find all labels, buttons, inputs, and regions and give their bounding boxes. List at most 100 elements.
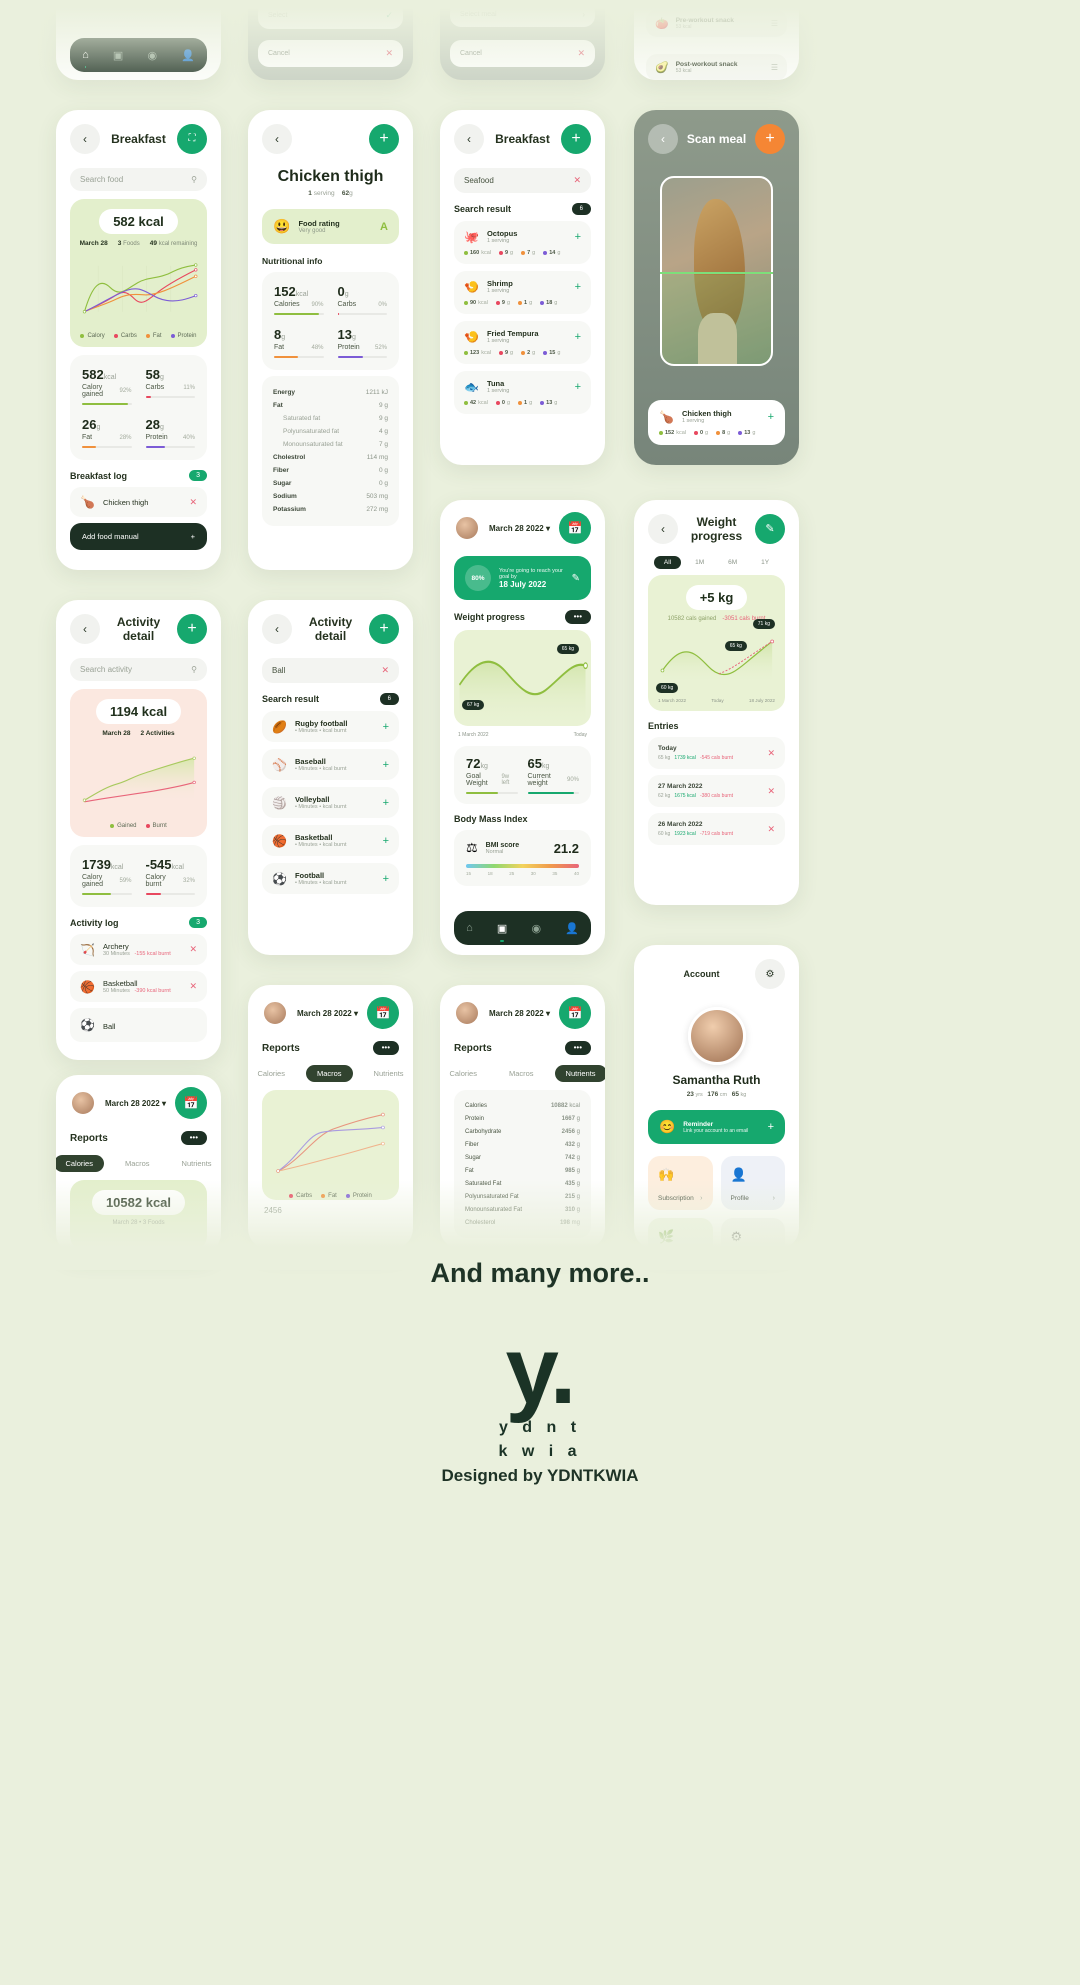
remove-icon[interactable]: ✕ [189,497,197,508]
search-icon[interactable]: ⚲ [191,175,197,184]
avatar[interactable] [454,1000,480,1026]
reminder-card[interactable]: 😊 Reminder Link your account to an email… [648,1110,785,1144]
list-item[interactable]: 🏉 Rugby football • Minutes • kcal burnt … [262,711,399,742]
phone-activity-search[interactable]: ‹ Activity detail + Ball ✕ Search result… [248,600,413,955]
remove-icon[interactable]: ✕ [189,981,197,992]
log-item[interactable]: 🍗 Chicken thigh ✕ [70,487,207,517]
list-item[interactable]: 🍤 Shrimp 1 serving + 90 kcal 9g 1g 18 g [454,271,591,314]
close-icon[interactable]: ✕ [577,48,585,59]
reports-tabs[interactable]: Calories Macros Nutrients [56,1155,221,1172]
table-row[interactable]: 26 March 2022 60 kg 1923 kcal -719 cals … [648,813,785,845]
phone-food-detail[interactable]: ‹ + Chicken thigh 1 serving 62g 😃 Food r… [248,110,413,570]
bottom-nav[interactable]: ⌂ ▣ ◉ 👤 [454,911,591,945]
avatar[interactable] [687,1007,746,1065]
phone-select-meal-sheet[interactable]: Select meal › Cancel ✕ [440,0,605,80]
tab-nutrients[interactable]: Nutrients [171,1155,221,1172]
more-button[interactable]: ••• [372,1041,399,1055]
add-item-icon[interactable]: + [383,721,389,733]
tab-macros[interactable]: Macros [498,1065,545,1082]
phone-weight-progress[interactable]: ‹ Weight progress ✎ All 1M 6M 1Y +5 kg 1… [634,500,799,905]
nav-scan-icon[interactable]: ◉ [147,49,157,62]
list-item[interactable]: 🏀 Basketball 50 Minutes -390 kcal burnt … [70,971,207,1002]
add-item-icon[interactable]: + [383,797,389,809]
range-1y[interactable]: 1Y [751,556,779,569]
settings-icon[interactable]: ⚙ [755,959,785,989]
nav-book-icon[interactable]: ▣ [113,49,123,62]
date-selector[interactable]: March 28 2022 ▾ [296,1009,359,1018]
table-row[interactable]: Today 65 kg 1739 kcal -545 cals burnt ✕ [648,737,785,769]
chevron-down-icon[interactable]: ▾ [162,1099,166,1108]
delete-icon[interactable]: ✕ [767,748,775,759]
nav-home-icon[interactable]: ⌂ [466,922,473,934]
back-icon[interactable]: ‹ [648,514,678,544]
chevron-down-icon[interactable]: ▾ [546,524,550,533]
remove-icon[interactable]: ✕ [189,944,197,955]
tab-nutrients[interactable]: Nutrients [554,1065,605,1082]
search-input[interactable]: Search activity ⚲ [70,658,207,681]
more-button[interactable]: ••• [180,1131,207,1145]
add-icon[interactable]: + [369,614,399,644]
list-item[interactable]: ⚾ Baseball • Minutes • kcal burnt + [262,749,399,780]
add-item-icon[interactable]: + [575,281,581,293]
back-icon[interactable]: ‹ [648,124,678,154]
delete-icon[interactable]: ✕ [767,786,775,797]
list-item[interactable]: 🏐 Volleyball • Minutes • kcal burnt + [262,787,399,818]
more-button[interactable]: ••• [564,1041,591,1055]
tab-calories[interactable]: Calories [56,1155,104,1172]
calendar-icon[interactable]: 📅 [175,1087,207,1119]
date-selector[interactable]: March 28 2022 ▾ [488,524,551,533]
phone-dashboard[interactable]: March 28 2022 ▾ 📅 80% You're going to re… [440,500,605,955]
phone-todays-meal[interactable]: Today's Meal ••• ⌂ ▣ ◉ 👤 [56,0,221,80]
cancel-label[interactable]: Cancel [268,50,290,57]
phone-snack-list[interactable]: 🍅 Pre-workout snack 53 kcal ☰ 🥑 Post-wor… [634,0,799,80]
nav-home-icon[interactable]: ⌂ [82,49,89,68]
calendar-icon[interactable]: 📅 [559,512,591,544]
tab-calories[interactable]: Calories [248,1065,296,1082]
nav-profile-icon[interactable]: 👤 [565,922,579,935]
add-item-icon[interactable]: + [575,331,581,343]
delete-icon[interactable]: ✕ [767,824,775,835]
drag-handle-icon[interactable]: ☰ [771,63,778,72]
phone-food-search[interactable]: ‹ Breakfast + Seafood ✕ Search result 6 … [440,110,605,465]
add-item-icon[interactable]: + [383,759,389,771]
add-icon[interactable]: + [755,124,785,154]
range-1m[interactable]: 1M [685,556,714,569]
close-icon[interactable]: ✕ [573,175,581,186]
nav-book-icon[interactable]: ▣ [497,922,507,942]
list-item[interactable]: 🐟 Tuna 1 serving + 42 kcal 0g 1g 13 g [454,371,591,414]
drag-handle-icon[interactable]: ☰ [771,19,778,28]
tab-nutrients[interactable]: Nutrients [363,1065,413,1082]
back-icon[interactable]: ‹ [262,124,292,154]
range-all[interactable]: All [653,556,682,569]
table-row[interactable]: 27 March 2022 62 kg 1675 kcal -380 cals … [648,775,785,807]
calendar-icon[interactable]: 📅 [367,997,399,1029]
add-icon[interactable]: + [177,614,207,644]
back-icon[interactable]: ‹ [70,614,100,644]
list-item[interactable]: ⚽ Football • Minutes • kcal burnt + [262,863,399,894]
pencil-icon[interactable]: ✎ [572,573,580,584]
more-button[interactable]: ••• [564,610,591,624]
avatar[interactable] [262,1000,288,1026]
tab-macros[interactable]: Macros [305,1065,353,1082]
goal-banner[interactable]: 80% You're going to reach your goal by 1… [454,556,591,600]
avatar[interactable] [454,515,480,541]
search-input[interactable]: Seafood ✕ [454,168,591,193]
list-item[interactable]: 🏹 Archery 30 Minutes -155 kcal burnt ✕ [70,934,207,965]
date-selector[interactable]: March 28 2022 ▾ [104,1099,167,1108]
add-icon[interactable]: + [561,124,591,154]
nav-profile-icon[interactable]: 👤 [181,49,195,62]
list-item[interactable]: ⚽ Ball [70,1008,207,1042]
chevron-down-icon[interactable]: ▾ [354,1009,358,1018]
expand-icon[interactable]: ⛶ [177,124,207,154]
plus-icon[interactable]: + [191,532,195,541]
search-input[interactable]: Ball ✕ [262,658,399,683]
add-item-icon[interactable]: + [575,231,581,243]
back-icon[interactable]: ‹ [454,124,484,154]
list-item[interactable]: 🐙 Octopus 1 serving + 160 kcal 9g 7g 14 g [454,221,591,264]
tab-calories[interactable]: Calories [440,1065,488,1082]
close-icon[interactable]: ✕ [381,665,389,676]
calendar-icon[interactable]: 📅 [559,997,591,1029]
search-icon[interactable]: ⚲ [191,665,197,674]
list-item[interactable]: 🍤 Fried Tempura 1 serving + 123 kcal 9g 2… [454,321,591,364]
list-item[interactable]: 🏀 Basketball • Minutes • kcal burnt + [262,825,399,856]
